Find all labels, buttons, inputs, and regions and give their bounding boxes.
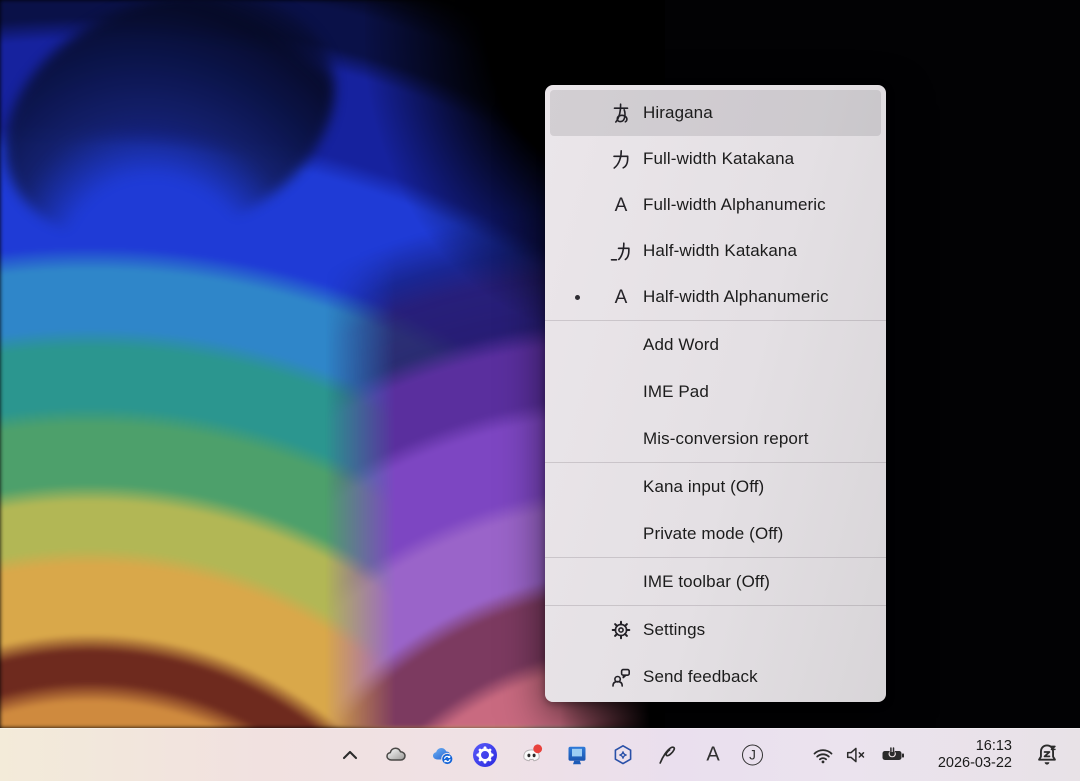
taskbar: A J [0,728,1080,781]
wifi-icon [811,743,835,767]
menu-item-label: Full-width Katakana [643,149,794,169]
tray-pen-input-button[interactable] [657,743,681,767]
menu-item-full-width-katakana[interactable]: Full-width Katakana [550,136,881,182]
gear-icon [608,617,634,643]
menu-item-settings[interactable]: Settings [550,606,881,653]
menu-item-ime-toolbar[interactable]: IME toolbar (Off) [550,558,881,605]
tray-onedrive-sync-button[interactable] [429,742,457,768]
volume-muted-button[interactable] [843,743,868,767]
taskbar-clock[interactable]: 16:13 2026-03-22 [938,738,1012,772]
menu-item-label: IME toolbar (Off) [643,572,770,592]
tray-blue-ring-app-button[interactable] [472,742,498,768]
discord-notification-dot [533,744,542,753]
selected-bullet-icon [575,295,580,300]
menu-item-private-mode[interactable]: Private mode (Off) [550,510,881,557]
remote-desktop-icon [565,743,589,767]
menu-item-send-feedback[interactable]: Send feedback [550,653,881,700]
katakana-icon [608,146,634,172]
discord-icon [518,742,545,768]
menu-item-label: Half-width Alphanumeric [643,287,829,307]
menu-item-ime-pad[interactable]: IME Pad [550,368,881,415]
tray-chevron-up-button[interactable] [338,743,362,767]
blue-ring-app-icon [472,742,498,768]
language-badge-letter: J [742,745,763,766]
desktop: Hiragana Full-width Katakana A Full-widt… [0,0,1080,728]
notification-center-button[interactable] [1033,741,1061,769]
menu-item-label: Add Word [643,335,719,355]
menu-item-hiragana[interactable]: Hiragana [550,90,881,136]
half-width-katakana-icon [608,238,634,264]
menu-item-half-width-alphanumeric[interactable]: A Half-width Alphanumeric [550,274,881,320]
hiragana-icon [608,100,634,126]
menu-item-label: Kana input (Off) [643,477,764,497]
ime-mode-badge[interactable]: A [703,744,723,767]
tray-discord-button[interactable] [518,742,545,768]
menu-item-label: Private mode (Off) [643,524,783,544]
battery-charging-icon [879,742,907,768]
menu-item-kana-input[interactable]: Kana input (Off) [550,463,881,510]
menu-item-label: Half-width Katakana [643,241,797,261]
menu-item-label: Full-width Alphanumeric [643,195,826,215]
menu-item-half-width-katakana[interactable]: Half-width Katakana [550,228,881,274]
full-width-a-icon: A [608,192,634,218]
half-width-a-icon: A [608,284,634,310]
menu-item-misconversion-report[interactable]: Mis-conversion report [550,415,881,462]
wifi-button[interactable] [811,743,835,767]
menu-item-label: Hiragana [643,103,713,123]
onedrive-cloud-icon [383,743,410,767]
menu-item-label: Mis-conversion report [643,429,809,449]
menu-item-label: IME Pad [643,382,709,402]
tray-remote-desktop-button[interactable] [565,743,589,767]
tray-onedrive-button[interactable] [383,743,410,767]
feedback-icon [608,664,634,690]
menu-item-label: Settings [643,620,705,640]
volume-muted-icon [843,743,868,767]
menu-item-add-word[interactable]: Add Word [550,321,881,368]
bell-do-not-disturb-icon [1033,741,1061,769]
chevron-up-icon [338,743,362,767]
dev-home-icon [611,743,635,767]
battery-charging-button[interactable] [879,742,907,768]
menu-item-full-width-alphanumeric[interactable]: A Full-width Alphanumeric [550,182,881,228]
clock-date: 2026-03-22 [938,755,1012,772]
tray-dev-home-button[interactable] [611,743,635,767]
cloud-sync-icon [429,742,457,768]
language-badge[interactable]: J [742,745,763,766]
ime-context-menu: Hiragana Full-width Katakana A Full-widt… [545,85,886,702]
pen-input-icon [657,743,681,767]
menu-item-label: Send feedback [643,667,758,687]
clock-time: 16:13 [938,738,1012,755]
